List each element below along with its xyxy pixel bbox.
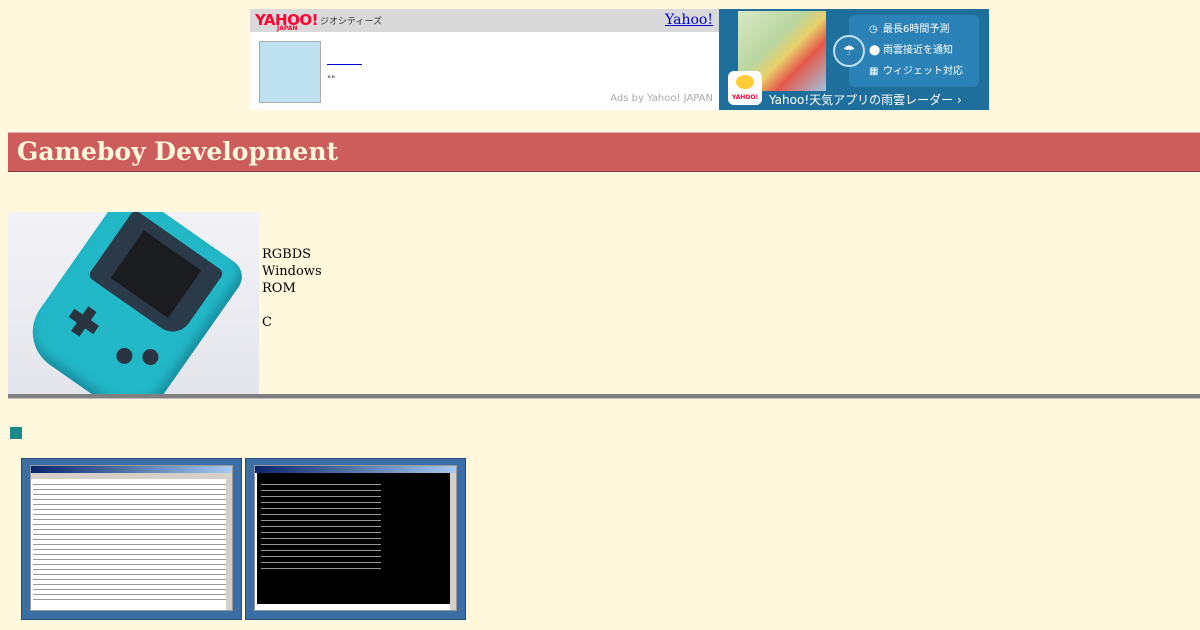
title-bar: Gameboy Development: [8, 132, 1200, 172]
feature-item: ▦ ウィジェット対応: [869, 61, 979, 82]
feature-label: ウィジェット対応: [883, 66, 963, 77]
yahoo-japan-logo[interactable]: YAHOO! JAPAN: [255, 11, 318, 32]
horizontal-rule: [8, 394, 1200, 399]
intro-text: RGBDS Windows ROM C: [262, 246, 322, 331]
ad-header: YAHOO! JAPAN ジオシティーズ Yahoo!: [250, 9, 719, 32]
ad-left-panel[interactable]: YAHOO! JAPAN ジオシティーズ Yahoo! "" Ads by Ya…: [250, 9, 719, 110]
feature-label: 最長6時間予測: [883, 24, 950, 35]
gameboy-color-photo: [8, 212, 259, 394]
rain-cloud-icon: ☂: [833, 35, 865, 67]
feature-label: 雨雲接近を通知: [883, 45, 953, 56]
console-window: [254, 465, 457, 611]
ad-quote: "": [327, 75, 336, 85]
gameboy-body: [17, 212, 249, 394]
pin-icon: ⬤: [869, 45, 881, 56]
feature-item: ◷ 最長6時間予測: [869, 19, 979, 40]
window-scrollbar: [226, 473, 232, 610]
geocities-label: ジオシティーズ: [320, 17, 383, 27]
gameboy-dpad: [63, 301, 105, 343]
widget-icon: ▦: [869, 66, 879, 77]
intro-line: [262, 297, 322, 314]
intro-line: ROM: [262, 281, 296, 296]
console-text-lines: [261, 479, 381, 569]
gameboy-screen: [87, 212, 225, 340]
source-code-area: [33, 480, 226, 604]
page-title: Gameboy Development: [17, 137, 339, 166]
console-output-area: [257, 473, 450, 604]
editor-window: [30, 465, 233, 611]
gameboy-b-button: [113, 344, 136, 368]
clock-icon: ◷: [869, 24, 878, 35]
weather-app-caption[interactable]: Yahoo!天気アプリの雨雲レーダー ›: [769, 91, 962, 108]
yahoo-link[interactable]: Yahoo!: [665, 12, 713, 28]
editor-screenshot-thumbnail[interactable]: [21, 458, 242, 620]
ads-by-label: Ads by Yahoo! JAPAN: [610, 93, 713, 104]
console-screenshot-thumbnail[interactable]: [245, 458, 466, 620]
intro-line: RGBDS: [262, 247, 312, 262]
ad-avatar-image[interactable]: [259, 41, 321, 103]
gameboy-a-button: [139, 345, 162, 369]
window-scrollbar: [450, 473, 456, 610]
intro-line: C: [262, 315, 272, 330]
ad-link-line[interactable]: [327, 64, 362, 65]
window-title-bar: [255, 466, 456, 473]
intro-line: Windows: [262, 264, 322, 279]
feature-list: ◷ 最長6時間予測 ⬤ 雨雲接近を通知 ▦ ウィジェット対応: [849, 15, 979, 87]
weather-app-ad[interactable]: ◷ 最長6時間予測 ⬤ 雨雲接近を通知 ▦ ウィジェット対応 ☂ YAHOO! Yah…: [719, 9, 989, 110]
window-title-bar: [31, 466, 232, 473]
weather-app-icon: YAHOO!: [728, 71, 762, 105]
ad-banner[interactable]: YAHOO! JAPAN ジオシティーズ Yahoo! "" Ads by Ya…: [250, 9, 989, 110]
square-bullet-icon: [10, 427, 22, 439]
feature-item: ⬤ 雨雲接近を通知: [869, 40, 979, 61]
window-menu-bar: [31, 473, 232, 479]
